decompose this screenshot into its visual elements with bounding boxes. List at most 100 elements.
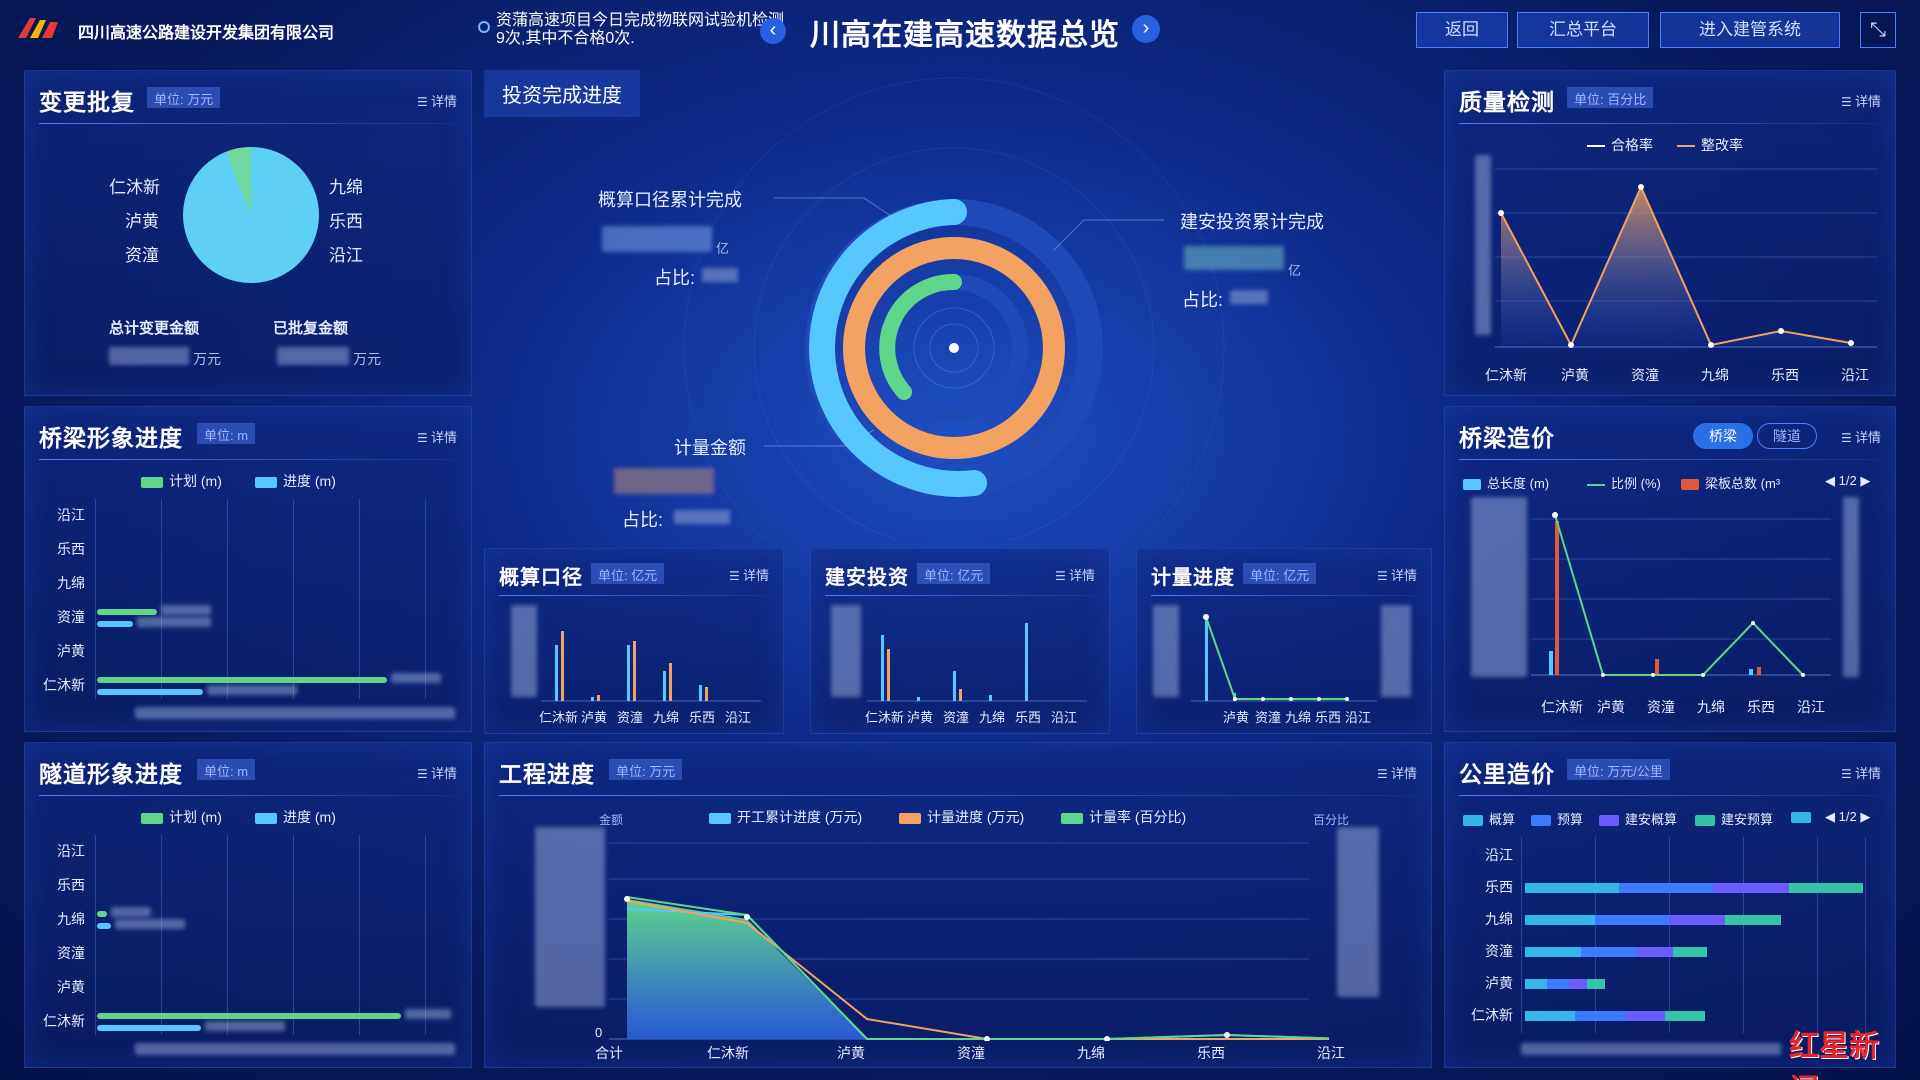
chevron-right-icon[interactable]: ▶	[1860, 809, 1870, 824]
back-button[interactable]: 返回	[1416, 12, 1508, 48]
detail-button[interactable]: ☰ 详情	[1841, 763, 1881, 782]
point	[1601, 673, 1605, 677]
collapse-button[interactable]: ⤡	[1860, 12, 1896, 48]
detail-button[interactable]: ☰ 详情	[1841, 91, 1881, 110]
row-label: 泸黄	[57, 643, 85, 659]
tab-bridge[interactable]: 桥梁	[1693, 423, 1753, 449]
list-icon: ☰	[728, 569, 740, 583]
bar	[917, 697, 920, 701]
approved-amount-unit: 万元	[353, 351, 381, 367]
legend-length[interactable]: 总长度 (m)	[1463, 473, 1549, 492]
stacked-bar-row[interactable]	[1525, 883, 1863, 893]
row-label: 仁沐新	[43, 677, 85, 693]
construction-ratio-label: 占比:	[1182, 290, 1224, 310]
x-label: 沿江	[1051, 710, 1078, 725]
row-label: 乐西	[57, 541, 85, 557]
bar-plan[interactable]	[97, 911, 107, 917]
bar-progress[interactable]	[97, 1025, 201, 1031]
detail-button[interactable]: ☰ 详情	[417, 763, 457, 782]
row-label: 资潼	[57, 945, 85, 961]
next-arrow-button[interactable]: ›	[1132, 15, 1160, 43]
legend-metering[interactable]: 计量进度 (万元)	[899, 807, 1024, 827]
divider	[1459, 123, 1881, 124]
chevron-left-icon[interactable]: ◀	[1825, 473, 1835, 488]
legend-budget[interactable]: 预算	[1531, 809, 1583, 828]
x-label: 泸黄	[1597, 699, 1625, 715]
pager[interactable]: ◀ 1/2 ▶	[1825, 809, 1870, 825]
x-label: 资潼	[943, 710, 970, 725]
legend-more-swatch[interactable]	[1791, 809, 1817, 824]
legend-budget-estimate[interactable]: 概算	[1463, 809, 1515, 828]
bar	[959, 689, 962, 701]
bar	[627, 645, 630, 701]
point	[1104, 1036, 1110, 1041]
legend-progress[interactable]: 进度 (m)	[255, 471, 336, 491]
panel-title: 工程进度	[499, 761, 595, 787]
row-label: 沿江	[57, 507, 85, 523]
x-label: 乐西	[1747, 699, 1775, 715]
prev-arrow-button[interactable]: ‹	[760, 18, 786, 44]
x-label: 资潼	[1647, 699, 1675, 715]
legend-ratio[interactable]: 比例 (%)	[1587, 473, 1661, 492]
stacked-bar-row[interactable]	[1525, 979, 1605, 989]
chevron-left-icon: ‹	[769, 19, 777, 41]
bar	[1555, 521, 1559, 675]
stacked-bar-row[interactable]	[1525, 915, 1781, 925]
summary-platform-button[interactable]: 汇总平台	[1517, 12, 1649, 48]
legend-rectify-rate[interactable]: 整改率	[1677, 135, 1743, 155]
legend-construction-estimate[interactable]: 建安概算	[1599, 809, 1677, 828]
x-label: 仁沐新	[539, 710, 579, 725]
detail-button[interactable]: ☰ 详情	[1377, 565, 1417, 584]
legend-progress[interactable]: 进度 (m)	[255, 807, 336, 827]
chevron-right-icon[interactable]: ▶	[1860, 473, 1870, 488]
detail-button[interactable]: ☰ 详情	[1841, 427, 1881, 446]
budget-ratio-label: 占比:	[654, 268, 696, 288]
detail-button[interactable]: ☰ 详情	[1377, 763, 1417, 782]
detail-button[interactable]: ☰ 详情	[417, 91, 457, 110]
bar-plan[interactable]	[97, 677, 387, 683]
x-label: 沿江	[1317, 1045, 1345, 1061]
investment-panel: 投资完成进度 概算口径累计完成 亿 占比: 建安投资累计完成 亿 占比: 计量金…	[484, 70, 1432, 540]
legend-construction-budget[interactable]: 建安预算	[1695, 809, 1773, 828]
stacked-bar-row[interactable]	[1525, 1011, 1705, 1021]
bar	[989, 695, 992, 701]
km-cost-panel: 公里造价 单位: 万元/公里 ☰ 详情 概算 预算 建安概算 建安预算 ◀ 1/2…	[1444, 742, 1896, 1080]
legend-plan[interactable]: 计划 (m)	[141, 807, 222, 827]
pager[interactable]: ◀ 1/2 ▶	[1825, 473, 1870, 489]
detail-button[interactable]: ☰ 详情	[729, 565, 769, 584]
x-label: 沿江	[725, 710, 752, 725]
legend-pass-rate[interactable]: 合格率	[1587, 135, 1653, 155]
stacked-bar-row[interactable]	[1525, 947, 1707, 957]
bar-progress[interactable]	[97, 689, 203, 695]
detail-button[interactable]: ☰ 详情	[417, 427, 457, 446]
legend-beam-count[interactable]: 梁板总数 (m³	[1681, 473, 1780, 492]
enter-management-button[interactable]: 进入建管系统	[1660, 12, 1840, 48]
panel-title: 概算口径	[499, 567, 583, 589]
bar	[953, 671, 956, 701]
bar-progress[interactable]	[97, 621, 133, 627]
unit-badge: 单位: 亿元	[917, 563, 991, 584]
ticker-text[interactable]: 资蒲高速项目今日完成物联网试验机检测9次,其中不合格0次.	[496, 12, 786, 48]
row-label: 泸黄	[57, 979, 85, 995]
detail-button[interactable]: ☰ 详情	[1055, 565, 1095, 584]
point	[1751, 621, 1755, 625]
legend-plan[interactable]: 计划 (m)	[141, 471, 222, 491]
change-approval-panel: 变更批复 单位: 万元 ☰ 详情 仁沐新 泸黄 资潼 九绵 乐西 沿江 总计变更金…	[24, 70, 472, 396]
point	[1568, 342, 1574, 348]
bridge-progress-panel: 桥梁形象进度 单位: m ☰ 详情 计划 (m) 进度 (m) 沿江 乐西 九绵 …	[24, 406, 472, 732]
legend-rate[interactable]: 计量率 (百分比)	[1061, 807, 1186, 827]
bar-plan[interactable]	[97, 1013, 401, 1019]
budget-unit: 亿	[716, 241, 730, 256]
engineering-area-chart	[609, 842, 1329, 1041]
point	[744, 914, 750, 920]
x-label: 仁沐新	[1485, 367, 1527, 383]
unit-badge: 单位: 万元/公里	[1567, 759, 1670, 780]
bar-progress[interactable]	[97, 923, 111, 929]
divider	[39, 795, 457, 796]
chevron-left-icon[interactable]: ◀	[1825, 809, 1835, 824]
legend-start[interactable]: 开工累计进度 (万元)	[709, 807, 862, 827]
x-label: 沿江	[1345, 710, 1372, 725]
bar-plan[interactable]	[97, 609, 157, 615]
point	[1203, 614, 1209, 620]
tab-tunnel[interactable]: 隧道	[1757, 423, 1817, 449]
